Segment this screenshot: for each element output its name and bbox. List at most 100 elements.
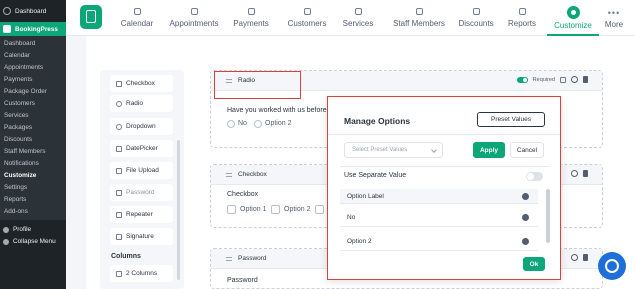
- submenu-staff-members[interactable]: Staff Members: [0, 146, 66, 158]
- required-toggle[interactable]: [516, 76, 528, 83]
- palette-file-upload[interactable]: File Upload: [110, 162, 173, 179]
- submenu-add-ons[interactable]: Add-ons: [0, 206, 66, 218]
- wp-dashboard-link[interactable]: Dashboard: [0, 0, 66, 22]
- palette-2-columns[interactable]: 2 Columns: [110, 265, 173, 282]
- nav-payments-label: Payments: [233, 19, 269, 28]
- option-row-label: No: [347, 214, 356, 221]
- trash-icon[interactable]: [583, 254, 588, 261]
- checkbox-option-3[interactable]: [315, 205, 324, 214]
- nav-reports[interactable]: Reports: [504, 0, 540, 36]
- submenu-customize[interactable]: Customize: [0, 170, 66, 182]
- columns-icon[interactable]: [560, 76, 566, 83]
- help-button[interactable]: [598, 252, 626, 280]
- password-field-title: Password: [238, 255, 267, 262]
- radio-option-no[interactable]: [227, 120, 235, 128]
- nav-calendar[interactable]: Calendar: [110, 0, 164, 36]
- preset-values-button[interactable]: Preset Values: [477, 112, 545, 127]
- checkbox-field-title: Checkbox: [238, 171, 267, 178]
- submenu-services[interactable]: Services: [0, 110, 66, 122]
- options-list: Option Label No Option 2: [340, 189, 538, 255]
- submenu-packages[interactable]: Packages: [0, 122, 66, 134]
- manage-options-modal: Manage Options Preset Values Select Pres…: [327, 96, 561, 280]
- bookingpress-menu[interactable]: BookingPress: [0, 22, 66, 36]
- separate-value-toggle[interactable]: [526, 172, 543, 181]
- wp-profile-link[interactable]: Profile: [0, 224, 66, 236]
- top-navigation: Calendar Appointments Payments Customers…: [66, 0, 635, 36]
- palette-scrollbar[interactable]: [177, 140, 180, 280]
- submenu-notifications[interactable]: Notifications: [0, 158, 66, 170]
- checkbox-option-1[interactable]: [227, 205, 236, 214]
- palette-radio[interactable]: Radio: [110, 95, 173, 112]
- ok-button[interactable]: Ok: [523, 257, 545, 271]
- palette-repeater-label: Repeater: [126, 211, 153, 218]
- submenu-dashboard[interactable]: Dashboard: [0, 38, 66, 50]
- palette-dropdown[interactable]: Dropdown: [110, 118, 173, 135]
- options-list-header: Option Label: [340, 189, 538, 204]
- palette-signature[interactable]: Signature: [110, 228, 173, 245]
- option-label-heading: Option Label: [347, 192, 384, 200]
- remove-option-icon[interactable]: [522, 214, 529, 221]
- calendar-icon: [133, 8, 141, 15]
- add-option-icon[interactable]: [522, 192, 529, 200]
- trash-icon[interactable]: [583, 76, 588, 83]
- options-list-scrollbar[interactable]: [546, 189, 550, 243]
- submenu-reports[interactable]: Reports: [0, 194, 66, 206]
- nav-discounts[interactable]: Discounts: [454, 0, 498, 36]
- submenu-calendar[interactable]: Calendar: [0, 50, 66, 62]
- submenu-payments[interactable]: Payments: [0, 74, 66, 86]
- collapse-menu-button[interactable]: Collapse Menu: [0, 236, 66, 248]
- nav-more-label: More: [604, 19, 624, 29]
- collapse-icon: [3, 239, 9, 245]
- gear-icon[interactable]: [571, 254, 578, 261]
- more-dots-icon: •••: [607, 7, 621, 18]
- separate-value-label: Use Separate Value: [344, 172, 407, 179]
- nav-customers[interactable]: Customers: [284, 0, 330, 36]
- palette-password-label: Password: [126, 189, 155, 196]
- nav-services[interactable]: Services: [340, 0, 376, 36]
- radio-option-2[interactable]: [254, 120, 262, 128]
- gear-icon[interactable]: [571, 76, 578, 83]
- columns-icon: [116, 270, 122, 277]
- checkbox-option-2[interactable]: [271, 205, 280, 214]
- upload-icon: [116, 167, 122, 174]
- submenu-discounts[interactable]: Discounts: [0, 134, 66, 146]
- nav-services-label: Services: [342, 19, 374, 28]
- palette-datepicker[interactable]: DatePicker: [110, 140, 173, 157]
- submenu-appointments[interactable]: Appointments: [0, 62, 66, 74]
- nav-payments[interactable]: Payments: [228, 0, 274, 36]
- repeater-icon: [116, 211, 122, 218]
- submenu-settings[interactable]: Settings: [0, 182, 66, 194]
- nav-appointments-label: Appointments: [169, 19, 219, 28]
- nav-appointments[interactable]: Appointments: [166, 0, 222, 36]
- palette-repeater[interactable]: Repeater: [110, 206, 173, 223]
- nav-staff-members[interactable]: Staff Members: [386, 0, 452, 36]
- nav-staff-members-label: Staff Members: [393, 19, 445, 28]
- option-row[interactable]: Option 2: [340, 233, 538, 251]
- bookingpress-label: BookingPress: [15, 25, 58, 33]
- submenu-customers[interactable]: Customers: [0, 98, 66, 110]
- reports-icon: [518, 8, 526, 15]
- gear-icon[interactable]: [571, 170, 578, 177]
- apply-button[interactable]: Apply: [473, 142, 505, 158]
- nav-customize[interactable]: Customize: [548, 0, 598, 36]
- trash-icon[interactable]: [583, 170, 588, 177]
- nav-calendar-label: Calendar: [120, 19, 154, 28]
- password-icon: [116, 189, 122, 196]
- nav-more[interactable]: ••• More: [600, 0, 628, 36]
- submenu-package-order[interactable]: Package Order: [0, 86, 66, 98]
- palette-password[interactable]: Password: [110, 184, 173, 201]
- wp-dashboard-label: Dashboard: [15, 7, 47, 15]
- drag-handle-icon[interactable]: [226, 173, 232, 177]
- drag-handle-icon[interactable]: [226, 257, 232, 261]
- palette-2-columns-label: 2 Columns: [126, 270, 158, 277]
- remove-option-icon[interactable]: [522, 238, 529, 245]
- columns-heading: Columns: [111, 253, 141, 260]
- bookingpress-logo[interactable]: [80, 5, 102, 29]
- cancel-button[interactable]: Cancel: [510, 142, 544, 158]
- chevron-down-icon: [431, 147, 437, 153]
- radio-title-highlight: [214, 71, 301, 99]
- preset-values-select[interactable]: Select Preset Values: [344, 142, 443, 158]
- palette-checkbox[interactable]: Checkbox: [110, 75, 173, 92]
- option-row[interactable]: No: [340, 209, 538, 227]
- palette-dropdown-label: Dropdown: [126, 123, 156, 130]
